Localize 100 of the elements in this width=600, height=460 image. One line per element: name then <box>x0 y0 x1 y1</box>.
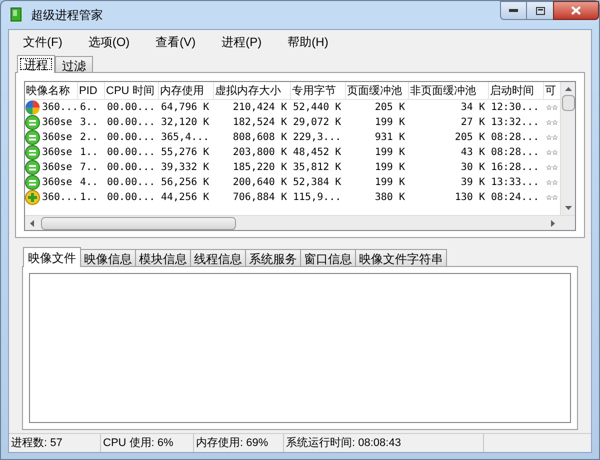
table-cell-text: 808,608 K <box>232 131 288 145</box>
scroll-left-icon <box>30 220 34 226</box>
table-cell-text: 203,800 K <box>232 146 288 160</box>
scroll-thumb[interactable] <box>562 95 574 111</box>
table-cell-text: 52,384 K <box>292 176 342 190</box>
table-cell-text: ☆☆ <box>545 116 558 130</box>
status-text: 系统运行时间: 08:08:43 <box>286 436 401 451</box>
table-cell-text: 380 K <box>374 191 406 205</box>
table-cell-text: 39 K <box>460 176 486 190</box>
table-cell-text: 00.00... <box>106 146 156 160</box>
column-header[interactable]: PID <box>78 82 105 99</box>
minimize-button[interactable] <box>500 1 527 20</box>
menu-item[interactable]: 文件(F) <box>21 33 64 51</box>
menu-item[interactable]: 进程(P) <box>220 33 264 51</box>
table-cell-text: 35,812 K <box>292 161 342 175</box>
table-cell-text: 08:28... <box>490 146 540 160</box>
table-cell-text: 706,884 K <box>232 191 288 205</box>
table-cell-text: 2.. <box>79 131 98 145</box>
table-cell-text: 360se <box>41 116 72 130</box>
table-cell-text: 08:24... <box>490 191 540 205</box>
column-header[interactable]: 页面缓冲池 <box>346 82 409 99</box>
table-cell-text: 185,220 K <box>232 161 288 175</box>
table-cell-text: 43 K <box>460 146 486 160</box>
status-text: 内存使用: 69% <box>196 436 268 451</box>
app-icon <box>9 7 23 23</box>
scroll-down-icon <box>564 206 572 210</box>
vertical-scrollbar[interactable] <box>560 82 575 215</box>
table-cell-text: 00.00... <box>106 176 156 190</box>
column-header[interactable]: 非页面缓冲池 <box>409 82 489 99</box>
column-header[interactable]: CPU 时间 <box>105 82 159 99</box>
table-cell-text: 64,796 K <box>160 101 210 115</box>
menu-item[interactable]: 帮助(H) <box>286 33 330 51</box>
horizontal-scrollbar[interactable] <box>25 215 575 230</box>
table-cell-text: 7.. <box>79 161 98 175</box>
table-cell-text: 130 K <box>454 191 486 205</box>
tab[interactable]: 映像文件字符串 <box>356 249 447 266</box>
column-header[interactable]: 映像名称 <box>25 82 78 99</box>
table-cell-text: 56,256 K <box>160 176 210 190</box>
table-cell-text: 48,452 K <box>292 146 342 160</box>
table-cell-text: 199 K <box>374 146 406 160</box>
column-header[interactable]: 内存使用 <box>159 82 214 99</box>
close-button[interactable] <box>553 1 599 20</box>
menu-item[interactable]: 查看(V) <box>154 33 198 51</box>
table-cell-text: 360se <box>41 146 72 160</box>
plus-badge-icon <box>25 190 40 205</box>
window-title: 超级进程管家 <box>31 7 103 24</box>
table-cell-text: 200,640 K <box>232 176 288 190</box>
tab[interactable]: 映像文件 <box>23 247 81 267</box>
table-cell-text: 27 K <box>460 116 486 130</box>
table-cell-text: 205 K <box>374 101 406 115</box>
table-cell-text: 210,424 K <box>232 101 288 115</box>
menu-item[interactable]: 选项(O) <box>86 33 132 51</box>
table-cell-text: ☆☆ <box>545 131 558 145</box>
table-cell-text: 00.00... <box>106 101 156 115</box>
table-cell-text: ☆☆ <box>545 101 558 115</box>
column-header[interactable]: 启动时间 <box>489 82 544 99</box>
tab[interactable]: 映像信息 <box>81 249 136 266</box>
table-cell-text: 29,072 K <box>292 116 342 130</box>
tab[interactable]: 过滤 <box>55 56 93 72</box>
table-cell-text: 1.. <box>79 146 98 160</box>
table-cell-text: 00.00... <box>106 161 156 175</box>
scroll-right-icon <box>551 220 555 226</box>
table-cell-text: 13:33... <box>490 176 540 190</box>
table-cell-text: 931 K <box>374 131 406 145</box>
table-cell-text: 16:28... <box>490 161 540 175</box>
scroll-up-icon <box>564 87 572 91</box>
table-cell-text: 360se <box>41 176 72 190</box>
maximize-button[interactable] <box>527 1 553 20</box>
maximize-icon <box>536 6 544 14</box>
table-cell-text: 365,4... <box>160 131 210 145</box>
table-cell-text: 00.00... <box>106 191 156 205</box>
status-text: 进程数: 57 <box>11 436 62 451</box>
tab[interactable]: 线程信息 <box>191 249 246 266</box>
table-cell-text: 205 K <box>454 131 486 145</box>
column-header[interactable]: 虚拟内存大小 <box>214 82 291 99</box>
table-cell-text: ☆☆ <box>545 191 558 205</box>
column-header[interactable]: 专用字节 <box>291 82 346 99</box>
table-cell-text: 13:32... <box>490 116 540 130</box>
table-cell-text: 1.. <box>79 191 98 205</box>
status-text: CPU 使用: 6% <box>103 436 174 451</box>
table-cell-text: 229,3... <box>292 131 342 145</box>
scroll-thumb[interactable] <box>41 216 236 230</box>
table-cell-text: 52,440 K <box>292 101 342 115</box>
table-cell-text: 6.. <box>79 101 98 115</box>
table-cell-text: 32,120 K <box>160 116 210 130</box>
table-cell-text: 3.. <box>79 116 98 130</box>
table-cell-text: ☆☆ <box>545 176 558 190</box>
table-cell-text: 199 K <box>374 161 406 175</box>
close-icon <box>571 6 581 15</box>
table-cell-text: 360... <box>41 101 78 115</box>
table-cell-text: 360se <box>41 131 72 145</box>
table-cell-text: 12:30... <box>490 101 540 115</box>
table-cell-text: 115,9... <box>292 191 342 205</box>
minimize-icon <box>509 9 518 12</box>
table-cell-text: 55,276 K <box>160 146 210 160</box>
table-cell-text: 4.. <box>79 176 98 190</box>
tab[interactable]: 窗口信息 <box>301 249 356 266</box>
tab[interactable]: 模块信息 <box>136 249 191 266</box>
tab[interactable]: 系统服务 <box>246 249 301 266</box>
table-cell-text: 360... <box>41 191 78 205</box>
